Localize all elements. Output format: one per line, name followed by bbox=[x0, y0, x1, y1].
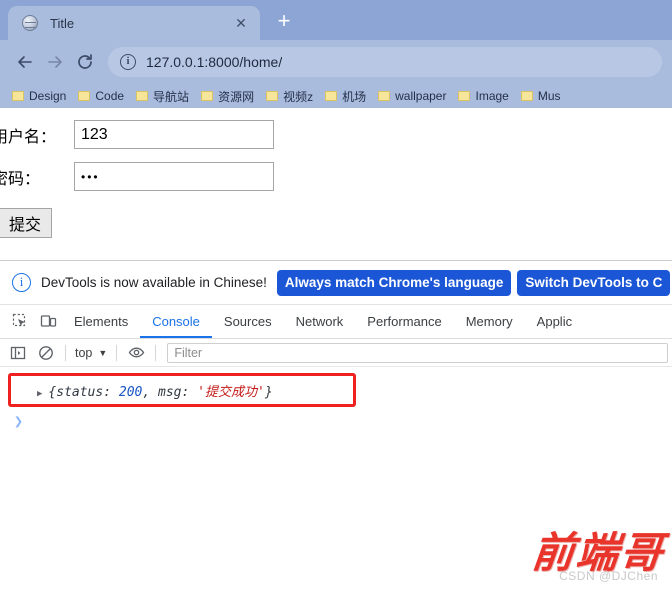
bookmark-label: Design bbox=[29, 89, 67, 103]
bookmark-item[interactable]: 导航站 bbox=[130, 88, 195, 105]
tab-sources[interactable]: Sources bbox=[212, 305, 284, 338]
inspect-element-icon[interactable] bbox=[6, 308, 34, 336]
devtools-language-banner: i DevTools is now available in Chinese! … bbox=[0, 261, 672, 305]
folder-icon bbox=[201, 91, 214, 101]
close-icon[interactable]: ✕ bbox=[232, 14, 250, 32]
context-label: top bbox=[75, 345, 93, 360]
msg-value-status: 200 bbox=[118, 384, 143, 400]
globe-icon bbox=[22, 15, 38, 31]
console-message-highlight: ▶ {status: 200, msg: '提交成功'} bbox=[8, 373, 356, 407]
address-bar[interactable]: i 127.0.0.1:8000/home/ bbox=[108, 47, 662, 77]
clear-console-icon[interactable] bbox=[32, 339, 60, 367]
folder-icon bbox=[520, 91, 533, 101]
bookmark-label: 资源网 bbox=[218, 89, 255, 104]
devtools-panel: i DevTools is now available in Chinese! … bbox=[0, 260, 672, 589]
bookmark-item[interactable]: Image bbox=[452, 89, 514, 103]
triangle-right-icon[interactable]: ▶ bbox=[37, 389, 42, 399]
folder-icon bbox=[378, 91, 391, 101]
bookmarks-bar: Design Code 导航站 资源网 视频z 机场 wallpaper Ima… bbox=[0, 84, 672, 108]
tabstrip-inner: Title ✕ + bbox=[8, 0, 672, 40]
bookmark-label: 机场 bbox=[342, 89, 367, 104]
msg-key-msg: msg: bbox=[158, 384, 190, 400]
console-context-selector[interactable]: top ▼ bbox=[71, 346, 111, 360]
folder-icon bbox=[458, 91, 471, 101]
bookmark-item[interactable]: Design bbox=[6, 89, 72, 103]
msg-value-msg: '提交成功' bbox=[197, 384, 265, 400]
console-filter-input[interactable] bbox=[167, 342, 668, 363]
tab-performance[interactable]: Performance bbox=[355, 305, 453, 338]
devtools-tabbar: Elements Console Sources Network Perform… bbox=[0, 305, 672, 339]
console-toolbar: top ▼ bbox=[0, 339, 672, 367]
folder-icon bbox=[78, 91, 91, 101]
tab-console[interactable]: Console bbox=[140, 305, 212, 338]
browser-window: Title ✕ + i 127.0.0.1:8000/home/ Design … bbox=[0, 0, 672, 589]
switch-devtools-language-button[interactable]: Switch DevTools to C bbox=[517, 269, 671, 296]
device-toolbar-icon[interactable] bbox=[34, 308, 62, 336]
bookmark-item[interactable]: Code bbox=[72, 89, 130, 103]
bookmark-label: 视频z bbox=[283, 89, 314, 104]
tab-application[interactable]: Applic bbox=[525, 305, 584, 338]
info-circle-icon[interactable]: i bbox=[120, 54, 136, 70]
username-row: 用户名： bbox=[0, 120, 672, 149]
folder-icon bbox=[266, 91, 279, 101]
toolbar-divider bbox=[65, 344, 66, 361]
console-sidebar-icon[interactable] bbox=[4, 339, 32, 367]
address-bar-url: 127.0.0.1:8000/home/ bbox=[146, 54, 283, 70]
arrow-right-icon[interactable] bbox=[40, 47, 70, 77]
folder-icon bbox=[136, 91, 149, 101]
folder-icon bbox=[12, 91, 24, 101]
bookmark-label: 导航站 bbox=[153, 89, 190, 104]
msg-comma: , bbox=[142, 384, 151, 400]
tab-title: Title bbox=[50, 15, 75, 31]
toolbar-divider bbox=[155, 344, 157, 361]
new-tab-button[interactable]: + bbox=[270, 8, 298, 36]
banner-message: DevTools is now available in Chinese! bbox=[41, 275, 267, 290]
browser-tab[interactable]: Title ✕ bbox=[8, 6, 260, 40]
password-input[interactable] bbox=[74, 162, 274, 191]
bookmark-label: Mus bbox=[537, 89, 561, 103]
msg-key-status: status: bbox=[56, 384, 112, 400]
tab-memory[interactable]: Memory bbox=[454, 305, 525, 338]
msg-close-brace: } bbox=[264, 384, 273, 400]
browser-toolbar: i 127.0.0.1:8000/home/ bbox=[0, 40, 672, 84]
eye-icon[interactable] bbox=[122, 339, 150, 367]
bookmark-label: Code bbox=[95, 89, 125, 103]
toolbar-divider bbox=[116, 344, 118, 361]
bookmark-label: wallpaper bbox=[395, 89, 447, 103]
bookmark-item[interactable]: wallpaper bbox=[372, 89, 452, 103]
submit-button[interactable]: 提交 bbox=[0, 208, 53, 238]
password-label: 密码： bbox=[0, 170, 41, 188]
tab-elements[interactable]: Elements bbox=[62, 305, 140, 338]
always-match-language-button[interactable]: Always match Chrome's language bbox=[276, 269, 512, 296]
console-output: ▶ {status: 200, msg: '提交成功'} ❯ bbox=[0, 367, 672, 430]
password-row: 密码： bbox=[0, 162, 672, 191]
tab-strip: Title ✕ + bbox=[0, 0, 672, 40]
username-label: 用户名： bbox=[0, 128, 57, 146]
bookmark-item[interactable]: Mus bbox=[515, 89, 567, 103]
console-input-prompt[interactable]: ❯ bbox=[14, 412, 672, 430]
bookmark-label: Image bbox=[475, 89, 509, 103]
bookmark-item[interactable]: 视频z bbox=[260, 88, 319, 105]
info-circle-icon: i bbox=[12, 273, 31, 292]
reload-icon[interactable] bbox=[70, 47, 100, 77]
page-viewport: 用户名： 密码： 提交 bbox=[0, 108, 672, 260]
chevron-down-icon: ▼ bbox=[98, 347, 108, 358]
username-input[interactable] bbox=[74, 120, 274, 149]
folder-icon bbox=[325, 91, 338, 101]
tab-network[interactable]: Network bbox=[284, 305, 356, 338]
bookmark-item[interactable]: 机场 bbox=[319, 88, 372, 105]
bookmark-item[interactable]: 资源网 bbox=[195, 88, 260, 105]
arrow-left-icon[interactable] bbox=[10, 47, 40, 77]
console-message-row[interactable]: ▶ {status: 200, msg: '提交成功'} bbox=[37, 381, 273, 400]
